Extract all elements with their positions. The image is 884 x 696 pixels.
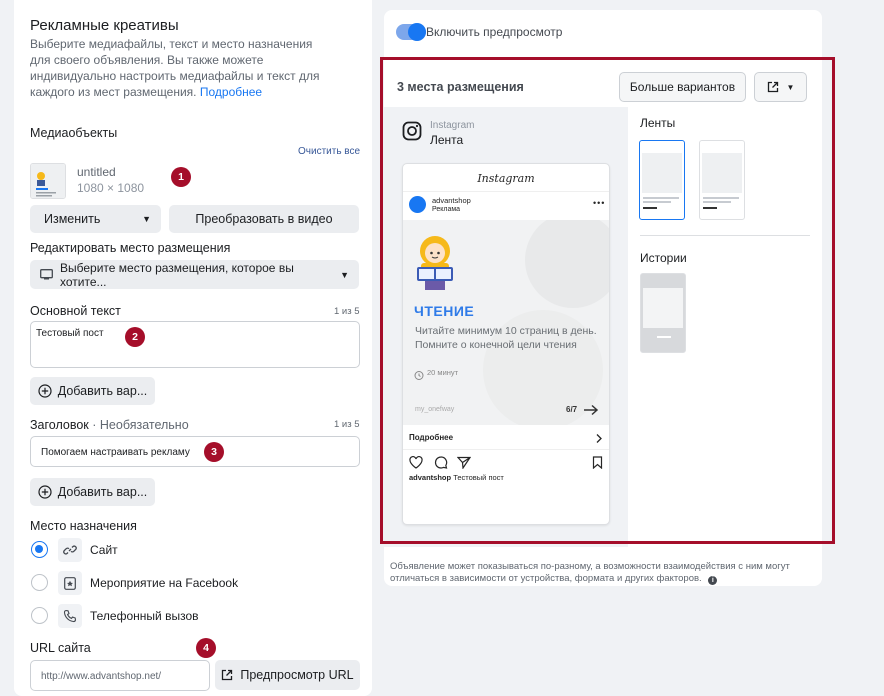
add-primary-text-variant-button[interactable]: Добавить вар... <box>30 377 155 405</box>
preview-toggle[interactable] <box>396 23 426 41</box>
preview-highlight-frame <box>380 57 835 544</box>
destination-radio-website[interactable] <box>31 541 48 558</box>
section-description: Выберите медиафайлы, текст и место назна… <box>30 37 320 99</box>
preview-toggle-bar: Включить предпросмотр <box>384 10 822 54</box>
phone-icon <box>58 604 82 628</box>
section-title: Рекламные креативы <box>30 17 179 34</box>
plus-circle-icon <box>38 384 52 398</box>
learn-more-link[interactable]: Подробнее <box>200 85 262 99</box>
step-badge-1: 1 <box>171 167 191 187</box>
placement-select[interactable]: Выберите место размещения, которое вы хо… <box>30 260 359 289</box>
ad-creative-panel: Рекламные креативы Выберите медиафайлы, … <box>14 0 372 696</box>
file-size: 1080 × 1080 <box>77 181 145 195</box>
destination-label-phone: Телефонный вызов <box>90 609 199 623</box>
toggle-knob <box>408 23 426 41</box>
change-media-button[interactable]: Изменить ▼ <box>30 205 161 233</box>
headline-label: Заголовок · Необязательно <box>30 418 189 432</box>
destination-label-website: Сайт <box>90 543 118 557</box>
headline-input[interactable]: Помогаем настраивать рекламу <box>30 436 360 467</box>
destination-radio-event[interactable] <box>31 574 48 591</box>
edit-placement-label: Редактировать место размещения <box>30 241 231 255</box>
url-label: URL сайта <box>30 641 91 655</box>
url-input[interactable]: http://www.advantshop.net/ <box>30 660 210 691</box>
external-link-icon <box>221 669 233 681</box>
preview-url-button[interactable]: Предпросмотр URL <box>215 660 360 690</box>
media-label: Медиаобъекты <box>30 126 118 140</box>
link-icon <box>58 538 82 562</box>
primary-text-label: Основной текст <box>30 304 121 318</box>
plus-circle-icon <box>38 485 52 499</box>
media-thumbnail-image <box>31 164 65 198</box>
headline-counter: 1 из 5 <box>334 419 360 430</box>
destination-label: Место назначения <box>30 519 137 533</box>
info-icon[interactable]: i <box>708 576 718 585</box>
clear-all-link[interactable]: Очистить все <box>298 146 360 157</box>
step-badge-2: 2 <box>125 327 145 347</box>
add-headline-variant-button[interactable]: Добавить вар... <box>30 478 155 506</box>
calendar-star-icon <box>58 571 82 595</box>
primary-text-counter: 1 из 5 <box>334 306 360 317</box>
preview-toggle-label: Включить предпросмотр <box>426 25 563 39</box>
destination-label-event: Мероприятие на Facebook <box>90 576 239 590</box>
primary-text-input[interactable]: Тестовый пост <box>30 321 360 368</box>
convert-to-video-button[interactable]: Преобразовать в видео <box>169 205 359 233</box>
file-name: untitled <box>77 165 116 179</box>
step-badge-3: 3 <box>204 442 224 462</box>
caret-down-icon: ▼ <box>340 269 349 280</box>
step-badge-4: 4 <box>196 638 216 658</box>
caret-down-icon: ▼ <box>142 214 151 224</box>
monitor-icon <box>40 269 53 280</box>
media-thumbnail[interactable] <box>30 163 66 199</box>
preview-disclaimer: Объявление может показываться по-разному… <box>390 561 790 585</box>
destination-radio-phone[interactable] <box>31 607 48 624</box>
